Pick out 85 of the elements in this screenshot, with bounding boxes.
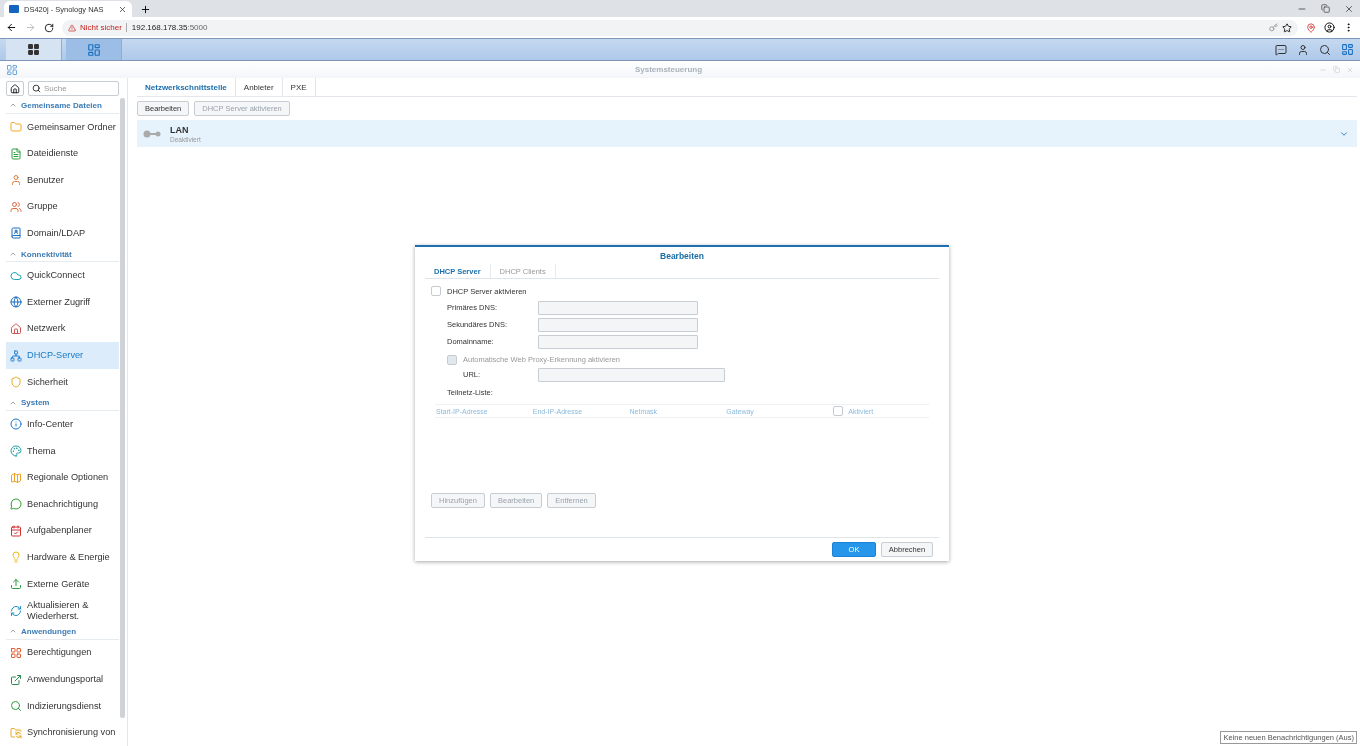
house-icon [10,322,22,335]
sidebar-item[interactable]: Anwendungsportal [6,666,119,693]
window-title: Systemsteuerung [634,65,703,74]
sidebar-item[interactable]: Netzwerk [6,315,119,343]
network-icon [10,349,22,362]
sidebar-item[interactable]: Berechtigungen [6,639,119,667]
section-header[interactable]: Anwendungen [6,623,119,640]
map-icon [10,471,22,484]
dialog-title: Bearbeiten [660,251,704,261]
sidebar-item[interactable]: Hardware & Energie [6,544,119,571]
forward-icon[interactable] [25,22,36,33]
sidebar-item[interactable]: Sicherheit [6,368,119,396]
tab[interactable]: Anbieter [235,78,283,96]
cloud-icon [10,269,22,282]
sidebar-item[interactable]: Benutzer [6,166,119,194]
chat-icon [10,498,22,511]
address-book-icon [10,227,22,240]
section-header[interactable]: Gemeinsame Dateien [6,98,119,114]
lightbulb-icon [10,551,22,564]
restore-icon[interactable] [1321,3,1330,13]
sidebar-item[interactable]: Domain/LDAP [6,220,119,247]
home-icon [10,83,20,94]
search-field[interactable]: Suche [28,81,119,96]
search-icon [10,700,22,713]
upload-icon [10,578,22,590]
sidebar-item[interactable]: Externe Geräte [6,570,119,598]
favicon-icon [9,5,19,13]
sidebar-item[interactable]: Externer Zugriff [6,289,119,316]
sidebar-item[interactable]: Regionale Optionen [6,464,119,491]
globe-icon [10,296,22,309]
main-menu-button[interactable] [6,39,62,60]
sidebar-item[interactable]: Gruppe [6,193,119,221]
sidebar-item[interactable]: Dateidienste [6,140,119,167]
sidebar-item[interactable]: Indizierungsdienst [6,692,119,720]
window-icon [86,42,101,57]
group-icon [10,200,22,213]
palette-icon [10,445,22,458]
interface-name: LAN [170,124,190,135]
folder-icon [10,121,22,134]
address-bar[interactable]: Nicht sicher 192.168.178.35:5000 [62,19,1298,36]
checkbox[interactable] [431,286,441,296]
refresh-icon [10,604,22,617]
app-icon [6,63,18,76]
close-icon[interactable] [1344,3,1354,14]
connector-icon [143,129,161,138]
reload-icon[interactable] [44,22,54,33]
grid-icon [10,646,22,659]
tab[interactable]: Netzwerkschnittstelle [137,78,236,96]
new-tab-icon[interactable] [140,4,151,15]
key-icon[interactable] [1269,23,1278,32]
back-icon[interactable] [6,22,17,33]
checkbox[interactable] [833,406,844,416]
sidebar-item[interactable]: Gemeinsamer Ordner [6,113,119,141]
info-icon [10,418,22,431]
user-icon[interactable] [1297,43,1309,56]
star-icon[interactable] [1282,22,1292,33]
folder-sync-icon [10,726,22,739]
tab[interactable]: PXE [282,78,316,96]
search-icon[interactable] [1319,43,1331,56]
sidebar-item[interactable]: Thema [6,437,119,465]
sidebar-item[interactable]: Info-Center [6,411,119,438]
sidebar-item[interactable]: Aktualisieren & Wiederherst. [6,597,119,624]
home-button[interactable] [6,81,24,96]
section-header[interactable]: Konnektivität [6,246,119,263]
sidebar-item[interactable]: QuickConnect [6,262,119,290]
scrollbar[interactable] [120,98,125,718]
grid-icon [27,43,40,56]
sidebar-item[interactable]: Synchronisierung von [6,719,119,746]
sidebar-item[interactable]: DHCP-Server [6,342,119,369]
avatar-icon[interactable] [1324,22,1335,33]
chat-icon[interactable] [1275,43,1287,56]
sidebar-item[interactable]: Aufgabenplaner [6,517,119,545]
sidebar-item[interactable]: Benachrichtigung [6,490,119,518]
widgets-icon[interactable] [1341,43,1354,56]
security-label: Nicht sicher [80,23,122,32]
shield-icon [10,376,22,389]
warning-icon [68,23,76,32]
search-icon [32,84,41,93]
url-text: 192.168.178.35:5000 [125,23,208,32]
calendar-icon [10,524,22,537]
close-icon[interactable] [118,4,127,14]
section-header[interactable]: System [6,395,119,412]
user-icon [10,174,22,187]
document-icon [10,147,22,160]
pin-icon[interactable] [1306,22,1316,33]
